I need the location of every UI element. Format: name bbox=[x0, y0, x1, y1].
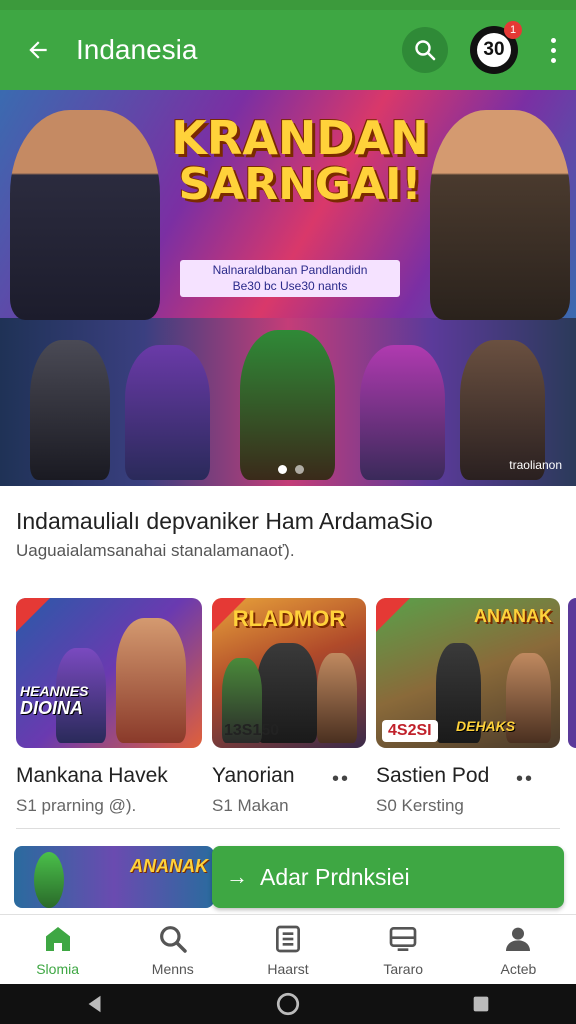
arrow-left-icon bbox=[29, 41, 47, 59]
bottom-navigation: Slomia Menns Haarst Tararo Acteb bbox=[0, 914, 576, 984]
character-figure bbox=[30, 340, 110, 480]
nav-item-list[interactable]: Haarst bbox=[230, 915, 345, 984]
person-icon bbox=[506, 927, 531, 951]
game-card[interactable]: RLADMOR 13S150 Yanorian S1 Makan •• bbox=[212, 598, 366, 816]
divider bbox=[16, 828, 560, 829]
character-figure bbox=[34, 852, 64, 908]
promo-thumbnail-title: ANANAK bbox=[130, 856, 208, 876]
hero-subtitle-line1: Nalnaraldbanan Pandlandidn bbox=[212, 263, 368, 277]
app-bar: Indanesia 30 1 bbox=[0, 10, 576, 90]
more-options-button[interactable]: •• bbox=[332, 768, 350, 791]
game-meta: S1 prarning @). bbox=[16, 796, 137, 815]
overflow-menu-button[interactable] bbox=[538, 10, 568, 90]
game-thumbnail: ANANAK DEHAKS 4S2SI bbox=[376, 598, 560, 748]
status-bar bbox=[0, 0, 576, 10]
character-figure bbox=[240, 330, 335, 480]
section-title: Indamaulialı depvaniker Ham ArdamaSio bbox=[16, 508, 433, 534]
hero-title-line1: KRANDAN bbox=[171, 111, 429, 165]
nav-label: Acteb bbox=[500, 960, 537, 977]
tv-icon bbox=[389, 926, 417, 951]
cta-label: Adar Prdnksiei bbox=[260, 863, 410, 890]
character-figure bbox=[317, 653, 357, 743]
carousel-dot-active[interactable] bbox=[278, 465, 287, 474]
recents-square-icon[interactable] bbox=[470, 993, 492, 1015]
thumbnail-title: ANANAK bbox=[474, 606, 552, 626]
dot-icon bbox=[550, 57, 556, 63]
back-triangle-icon[interactable] bbox=[84, 993, 106, 1015]
game-thumbnail: RLADMOR 13S150 bbox=[212, 598, 366, 748]
nav-item-search[interactable]: Menns bbox=[115, 915, 230, 984]
thumbnail-banner-line1: HEANNES bbox=[20, 683, 89, 700]
search-button[interactable] bbox=[402, 27, 448, 73]
game-card[interactable]: HEANNES DIOINA Mankana Havek S1 prarning… bbox=[16, 598, 202, 816]
page-title: Indanesia bbox=[76, 34, 198, 65]
dot-icon bbox=[550, 47, 556, 53]
game-card[interactable]: ANANAK DEHAKS 4S2SI Sastien Pod S0 Kerst… bbox=[376, 598, 560, 816]
thumbnail-banner-line2: DIOINA bbox=[20, 698, 83, 719]
nav-label: Slomia bbox=[36, 960, 79, 977]
dot-icon bbox=[550, 37, 556, 43]
game-meta: S0 Kersting bbox=[376, 796, 464, 815]
character-figure bbox=[360, 345, 445, 480]
hero-banner[interactable]: KRANDAN SARNGAI! Nalnaraldbanan Pandland… bbox=[0, 90, 576, 486]
level-badge-number: 30 bbox=[477, 33, 511, 67]
arrow-right-icon: → bbox=[226, 864, 248, 889]
system-navigation-bar bbox=[0, 984, 576, 1024]
thumbnail-banner: HEANNES DIOINA bbox=[20, 684, 88, 718]
hero-subtitle-line2: Be30 bc Use30 nants bbox=[232, 278, 348, 293]
nav-item-tv[interactable]: Tararo bbox=[346, 915, 461, 984]
game-title: Mankana Havek bbox=[16, 764, 168, 787]
thumbnail-banner: DEHAKS bbox=[456, 718, 516, 735]
thumbnail-label: 13S150 bbox=[224, 722, 280, 739]
back-button[interactable] bbox=[0, 10, 76, 90]
thumbnail-label: 4S2SI bbox=[382, 720, 438, 742]
nav-label: Haarst bbox=[267, 960, 309, 977]
more-options-button[interactable]: •• bbox=[516, 768, 534, 791]
promo-thumbnail[interactable]: ANANAK bbox=[14, 846, 214, 908]
character-figure bbox=[125, 345, 210, 480]
corner-tag bbox=[16, 598, 50, 632]
character-figure bbox=[430, 110, 570, 320]
game-card-partial[interactable] bbox=[568, 598, 576, 748]
level-badge-button[interactable]: 30 1 bbox=[470, 21, 522, 74]
hero-title: KRANDAN SARNGAI! bbox=[150, 114, 450, 208]
search-icon bbox=[159, 925, 187, 953]
character-figure bbox=[116, 618, 186, 743]
nav-item-profile[interactable]: Acteb bbox=[461, 915, 576, 984]
list-icon bbox=[276, 925, 300, 952]
game-meta: S1 Makan bbox=[212, 796, 289, 815]
section-subtitle: Uaguaialamsanahai stanalamanaoť). bbox=[16, 541, 295, 560]
search-icon bbox=[415, 40, 436, 61]
cta-button[interactable]: → Adar Prdnksiei bbox=[212, 846, 564, 908]
nav-label: Tararo bbox=[383, 960, 424, 977]
nav-item-home[interactable]: Slomia bbox=[0, 915, 115, 984]
carousel-dot[interactable] bbox=[295, 465, 304, 474]
game-thumbnail: HEANNES DIOINA bbox=[16, 598, 202, 748]
home-circle-icon[interactable] bbox=[275, 991, 301, 1017]
carousel-indicator bbox=[278, 465, 304, 474]
home-icon bbox=[45, 926, 70, 951]
thumbnail-title: RLADMOR bbox=[232, 606, 346, 631]
hero-subtitle: Nalnaraldbanan Pandlandidn Be30 bc Use30… bbox=[180, 260, 400, 298]
hero-caption: traolianon bbox=[509, 458, 562, 472]
nav-label: Menns bbox=[151, 960, 194, 977]
notification-badge: 1 bbox=[504, 21, 522, 39]
character-figure bbox=[10, 110, 160, 320]
hero-title-line2: SARNGAI! bbox=[178, 159, 422, 211]
